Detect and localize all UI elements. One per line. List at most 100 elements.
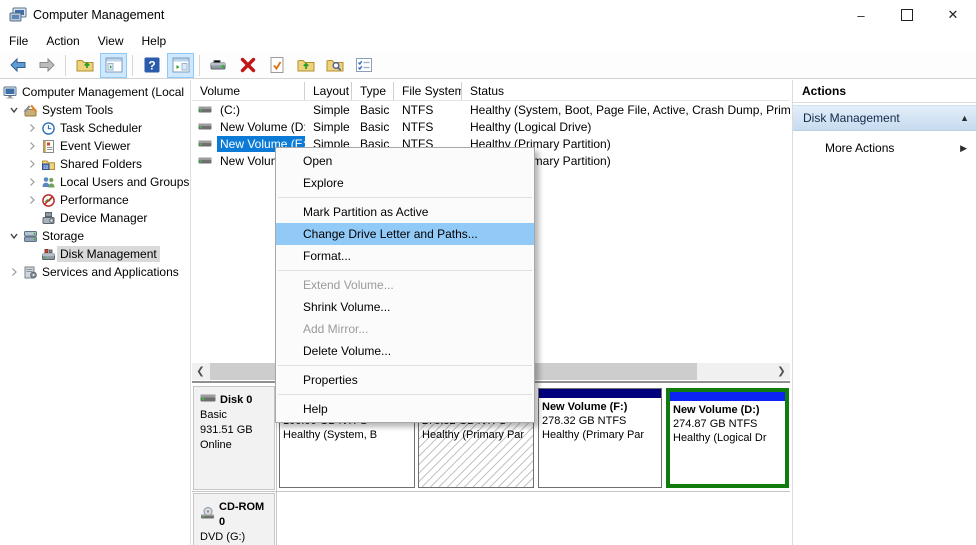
folder-up-button[interactable] [292,53,319,78]
folder-search-button[interactable] [321,53,348,78]
tree-item-system-tools[interactable]: System Tools [0,101,190,119]
column-header-layout[interactable]: Layout [305,82,352,100]
delete-button[interactable] [234,53,261,78]
partition-d-logical[interactable]: New Volume (D:) 274.87 GB NTFS Healthy (… [666,388,789,488]
tree-item-task-scheduler[interactable]: Task Scheduler [0,119,190,137]
menu-file[interactable]: File [0,31,37,51]
back-arrow-icon [8,55,28,75]
toolbar-separator [199,55,200,76]
menu-bar: File Action View Help [0,30,976,52]
performance-icon [40,193,57,208]
column-header-type[interactable]: Type [352,82,394,100]
disk0-size: 931.51 GB [200,423,270,438]
computer-management-app-icon [9,7,27,23]
volume-row-d[interactable]: New Volume (D:) Simple Basic NTFS Health… [192,118,790,135]
check-document-button[interactable] [263,53,290,78]
partition-f[interactable]: New Volume (F:) 278.32 GB NTFS Healthy (… [538,388,662,488]
collapsed-chevron-icon[interactable] [24,195,40,205]
tree-item-computer-management[interactable]: Computer Management (Local [0,83,190,101]
volume-context-menu: Open Explore Mark Partition as Active Ch… [275,147,535,423]
volume-disk-icon [198,105,213,114]
tree-item-device-manager[interactable]: Device Manager [0,209,190,227]
action-pane-icon [171,55,191,75]
menu-item-shrink-volume[interactable]: Shrink Volume... [276,296,534,318]
submenu-arrow-icon: ▶ [960,143,967,154]
volume-list-header: Volume Layout Type File System Status [192,82,790,101]
scroll-left-arrow-icon[interactable]: ❮ [192,363,209,380]
menu-item-explore[interactable]: Explore [276,172,534,194]
menu-view[interactable]: View [89,31,133,51]
show-console-tree-button[interactable] [100,53,127,78]
close-button[interactable]: ✕ [930,0,976,30]
disk0-info-box[interactable]: Disk 0 Basic 931.51 GB Online [193,386,275,490]
menu-item-open[interactable]: Open [276,150,534,172]
help-button[interactable]: ? [138,53,165,78]
forward-button[interactable] [33,53,60,78]
menu-item-properties[interactable]: Properties [276,369,534,391]
cdrom-name: CD-ROM 0 [219,500,270,530]
disk0-status: Online [200,438,270,453]
volume-disk-icon [198,122,213,131]
more-actions-label: More Actions [825,141,894,155]
expanded-chevron-icon[interactable] [6,231,22,241]
collapse-arrow-icon[interactable]: ▲ [960,113,969,123]
computer-icon [2,85,19,100]
collapsed-chevron-icon[interactable] [24,159,40,169]
actions-pane: Actions Disk Management ▲ More Actions ▶ [792,80,977,545]
scroll-right-arrow-icon[interactable]: ❯ [773,363,790,380]
folder-up-icon [296,55,316,75]
tree-item-event-viewer[interactable]: Event Viewer [0,137,190,155]
cdrom-icon [200,507,216,524]
column-header-file-system[interactable]: File System [394,82,462,100]
volume-disk-icon [198,156,213,165]
disk0-type: Basic [200,408,270,423]
disk-device-button[interactable] [205,53,232,78]
menu-item-help[interactable]: Help [276,398,534,420]
tree-item-local-users-and-groups[interactable]: Local Users and Groups [0,173,190,191]
menu-separator [278,365,532,366]
disk-icon [200,393,217,408]
menu-action[interactable]: Action [37,31,88,51]
more-actions-item[interactable]: More Actions ▶ [793,137,977,159]
disk-management-icon [40,247,57,262]
menu-item-add-mirror: Add Mirror... [276,318,534,340]
folder-search-icon [325,55,345,75]
tree-item-services-and-applications[interactable]: Services and Applications [0,263,190,281]
cdrom-info-box[interactable]: CD-ROM 0 DVD (G:) [193,493,275,545]
cdrom-row: CD-ROM 0 DVD (G:) [192,492,790,545]
minimize-button[interactable]: – [838,0,884,30]
back-button[interactable] [4,53,31,78]
shared-folders-icon: 22 [40,157,57,172]
tree-item-shared-folders[interactable]: 22 Shared Folders [0,155,190,173]
tree-item-storage[interactable]: Storage [0,227,190,245]
actions-group-disk-management[interactable]: Disk Management ▲ [793,105,977,131]
menu-item-delete-volume[interactable]: Delete Volume... [276,340,534,362]
up-level-button[interactable] [71,53,98,78]
console-tree: Computer Management (Local System Tools … [0,80,191,545]
show-action-pane-button[interactable] [167,53,194,78]
maximize-icon [901,9,913,21]
tree-item-performance[interactable]: Performance [0,191,190,209]
collapsed-chevron-icon[interactable] [24,141,40,151]
column-header-status[interactable]: Status [462,82,790,100]
maximize-button[interactable] [884,0,930,30]
actions-group-label: Disk Management [803,111,900,125]
properties-checklist-button[interactable] [350,53,377,78]
collapsed-chevron-icon[interactable] [6,267,22,277]
tree-item-disk-management[interactable]: Disk Management [0,245,190,263]
menu-separator [278,270,532,271]
menu-item-change-drive-letter[interactable]: Change Drive Letter and Paths... [276,223,534,245]
titlebar: Computer Management – ✕ [0,0,976,30]
expanded-chevron-icon[interactable] [6,105,22,115]
menu-item-mark-partition-active[interactable]: Mark Partition as Active [276,201,534,223]
svg-text:?: ? [148,59,155,73]
menu-help[interactable]: Help [133,31,176,51]
partition-color-bar [539,389,661,398]
collapsed-chevron-icon[interactable] [24,177,40,187]
column-header-volume[interactable]: Volume [192,82,305,100]
actions-pane-title: Actions [793,80,977,103]
menu-item-format[interactable]: Format... [276,245,534,267]
forward-arrow-icon [37,55,57,75]
volume-row-c[interactable]: (C:) Simple Basic NTFS Healthy (System, … [192,101,790,118]
collapsed-chevron-icon[interactable] [24,123,40,133]
